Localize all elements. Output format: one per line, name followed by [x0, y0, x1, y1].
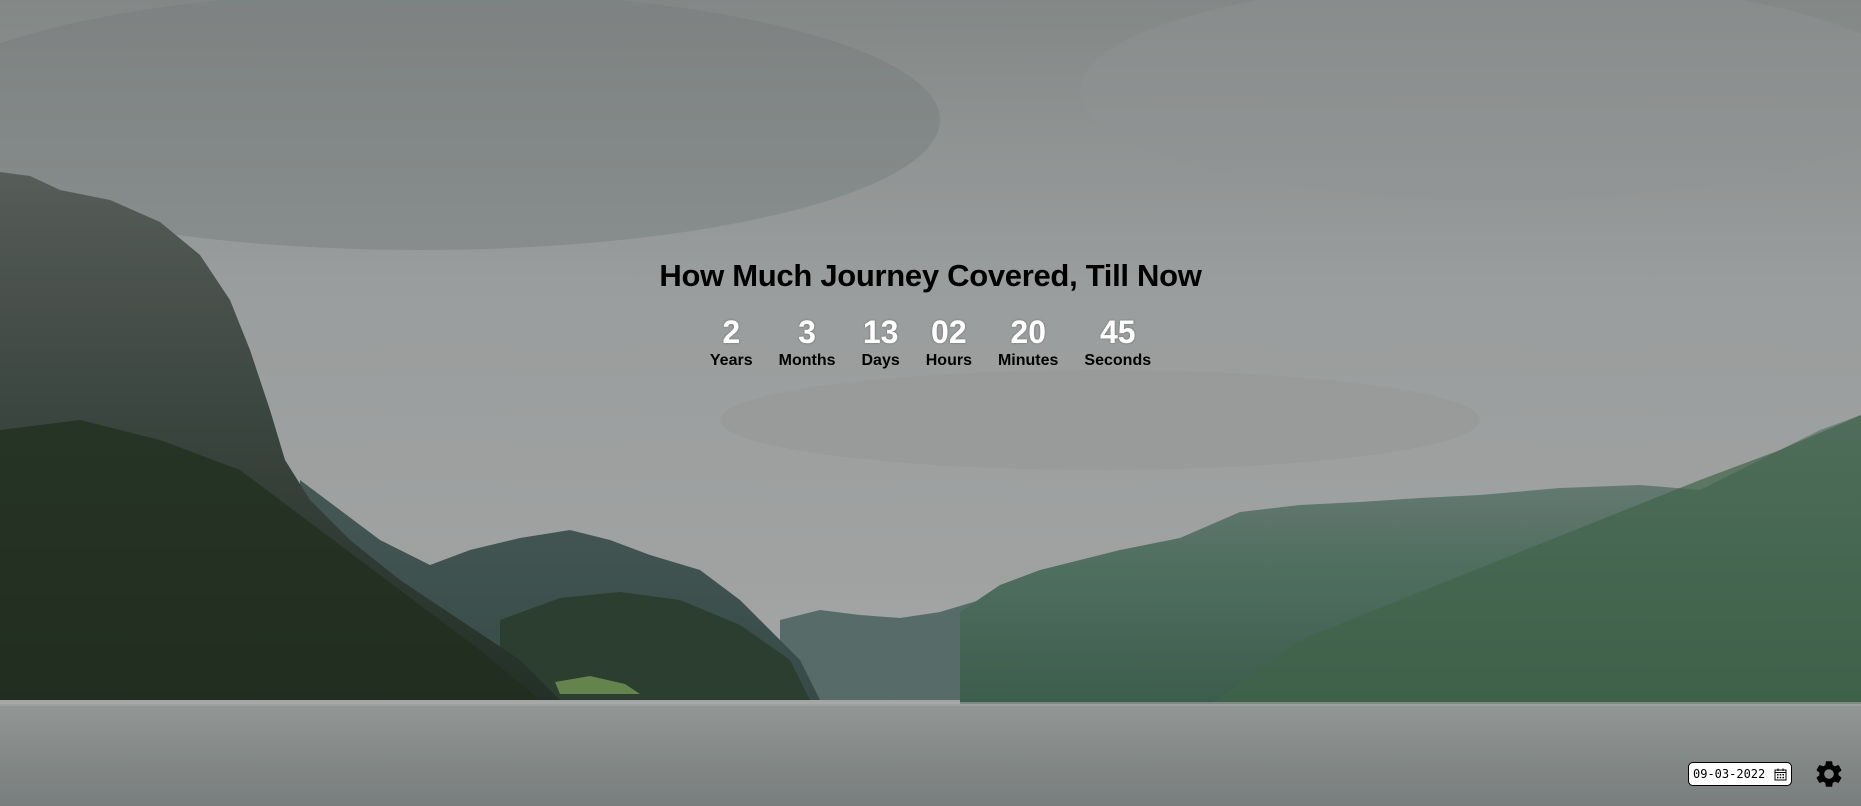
gear-icon[interactable] [1813, 758, 1845, 790]
counter-label: Minutes [997, 352, 1059, 369]
page-title: How Much Journey Covered, Till Now [659, 258, 1202, 293]
counter-days: 13 Days [848, 312, 912, 370]
counter-value: 2 [722, 314, 741, 350]
start-date-input[interactable]: 09-03-2022 [1688, 762, 1792, 786]
elapsed-time-counter: 2 Years 3 Months 13 Days 02 Hours 20 Min… [0, 312, 1861, 370]
date-value: 09-03-2022 [1693, 767, 1766, 781]
counter-value: 13 [862, 314, 899, 350]
counter-seconds: 45 Seconds [1071, 312, 1164, 370]
counter-label: Months [778, 352, 836, 369]
counter-years: 2 Years [697, 312, 766, 370]
counter-label: Years [709, 352, 753, 369]
counter-hours: 02 Hours [913, 312, 985, 370]
calendar-icon[interactable] [1774, 768, 1787, 781]
counter-value: 45 [1099, 314, 1136, 350]
counter-label: Days [861, 352, 900, 369]
counter-label: Seconds [1084, 352, 1152, 369]
counter-value: 3 [798, 314, 816, 350]
counter-minutes: 20 Minutes [985, 312, 1071, 370]
counter-value: 20 [1010, 314, 1046, 350]
counter-value: 02 [931, 314, 967, 350]
counter-months: 3 Months [766, 312, 849, 370]
counter-label: Hours [925, 352, 972, 369]
